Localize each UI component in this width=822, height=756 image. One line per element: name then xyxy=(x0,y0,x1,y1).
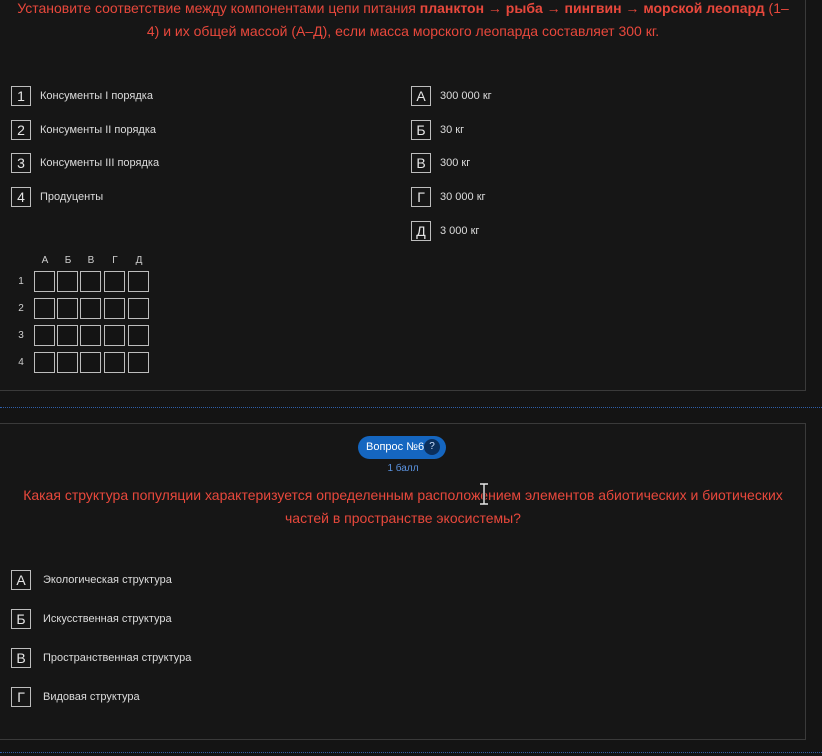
right-item-label: 300 000 кг xyxy=(440,90,492,102)
left-item-label: Консументы III порядка xyxy=(40,157,160,169)
right-item-label: 30 000 кг xyxy=(440,191,486,203)
grid-cell[interactable] xyxy=(128,271,149,292)
grid-cell[interactable] xyxy=(104,352,125,373)
grid-row-header: 2 xyxy=(18,303,24,314)
question-5-text: Установите соответствие между компонента… xyxy=(0,0,806,43)
grid-cell[interactable] xyxy=(57,298,78,319)
left-item-number: 3 xyxy=(11,153,31,173)
grid-cell[interactable] xyxy=(34,298,55,319)
grid-column-header: А xyxy=(41,255,49,266)
answer-option-label[interactable]: Видовая структура xyxy=(43,690,140,704)
grid-cell[interactable] xyxy=(128,352,149,373)
grid-cell[interactable] xyxy=(128,298,149,319)
right-item-letter: В xyxy=(411,153,431,173)
answer-option-letter[interactable]: А xyxy=(11,570,31,590)
answer-option-label[interactable]: Пространственная структура xyxy=(43,651,191,665)
right-item-letter: А xyxy=(411,86,431,106)
title-part: планктон → рыба → пингвин → морской леоп… xyxy=(419,0,765,16)
question-number-badge: Вопрос №6 ? xyxy=(358,436,446,459)
grid-row-header: 1 xyxy=(18,276,24,287)
grid-row-header: 3 xyxy=(18,330,24,341)
right-item-letter: Б xyxy=(411,120,431,140)
help-icon[interactable]: ? xyxy=(424,439,440,455)
text-cursor-icon xyxy=(480,483,488,505)
right-item-label: 300 кг xyxy=(440,157,471,169)
grid-column-header: В xyxy=(87,255,95,266)
grid-row-header: 4 xyxy=(18,357,24,368)
grid-column-header: Б xyxy=(64,255,72,266)
answer-option-label[interactable]: Экологическая структура xyxy=(43,573,172,587)
grid-cell[interactable] xyxy=(128,325,149,346)
separator-bottom xyxy=(0,752,822,753)
answer-option-letter[interactable]: Г xyxy=(11,687,31,707)
left-item-number: 1 xyxy=(11,86,31,106)
grid-cell[interactable] xyxy=(104,325,125,346)
left-item-label: Консументы II порядка xyxy=(40,124,157,136)
grid-cell[interactable] xyxy=(80,352,101,373)
left-item-label: Консументы I порядка xyxy=(40,90,153,102)
grid-column-header: Д xyxy=(135,255,143,266)
grid-cell[interactable] xyxy=(80,325,101,346)
right-item-letter: Д xyxy=(411,221,431,241)
answer-option-letter[interactable]: В xyxy=(11,648,31,668)
grid-cell[interactable] xyxy=(104,271,125,292)
title-part: Установите соответствие между компонента… xyxy=(17,0,420,16)
left-item-label: Продуценты xyxy=(40,191,104,203)
grid-cell[interactable] xyxy=(57,325,78,346)
grid-cell[interactable] xyxy=(34,352,55,373)
grid-cell[interactable] xyxy=(57,271,78,292)
separator xyxy=(0,407,822,408)
left-item-number: 2 xyxy=(11,120,31,140)
right-item-label: 3 000 кг xyxy=(440,225,480,237)
question-number-label: Вопрос №6 xyxy=(366,441,425,453)
answer-option-letter[interactable]: Б xyxy=(11,609,31,629)
grid-column-header: Г xyxy=(112,255,118,266)
answer-option-label[interactable]: Искусственная структура xyxy=(43,612,172,626)
grid-cell[interactable] xyxy=(104,298,125,319)
right-item-letter: Г xyxy=(411,187,431,207)
grid-cell[interactable] xyxy=(57,352,78,373)
right-item-label: 30 кг xyxy=(440,124,465,136)
question-6-text: Какая структура популяции характеризуетс… xyxy=(23,487,783,526)
score-label: 1 балл xyxy=(387,463,419,474)
grid-cell[interactable] xyxy=(80,298,101,319)
grid-cell[interactable] xyxy=(80,271,101,292)
left-item-number: 4 xyxy=(11,187,31,207)
grid-cell[interactable] xyxy=(34,325,55,346)
grid-cell[interactable] xyxy=(34,271,55,292)
